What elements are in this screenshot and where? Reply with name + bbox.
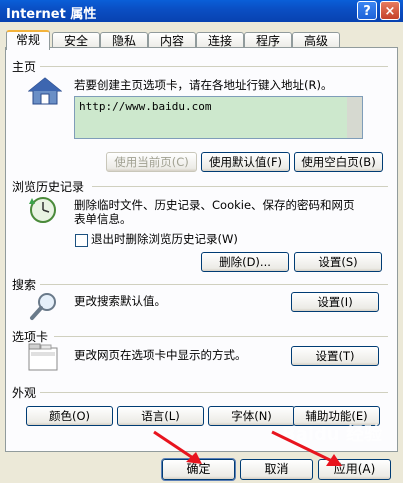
close-button[interactable]: × bbox=[380, 1, 400, 20]
use-default-button[interactable]: 使用默认值(F) bbox=[201, 152, 290, 172]
history-section-label: 浏览历史记录 bbox=[12, 180, 85, 194]
divider bbox=[40, 66, 388, 67]
tab-general[interactable]: 常规 bbox=[6, 30, 50, 50]
languages-button[interactable]: 语言(L) bbox=[117, 406, 204, 426]
window-title: Internet 属性 bbox=[6, 7, 97, 22]
home-section-label: 主页 bbox=[12, 60, 37, 74]
annotation-arrow-ok bbox=[153, 430, 202, 464]
divider bbox=[40, 284, 388, 285]
title-bar: Internet 属性 ? × bbox=[0, 0, 403, 22]
use-current-button[interactable]: 使用当前页(C) bbox=[106, 152, 197, 172]
help-button[interactable]: ? bbox=[357, 1, 377, 20]
tab-advanced[interactable]: 高级 bbox=[292, 32, 340, 48]
search-settings-button[interactable]: 设置(I) bbox=[291, 292, 379, 312]
search-icon bbox=[28, 290, 60, 322]
delete-history-button[interactable]: 删除(D)... bbox=[201, 252, 289, 272]
home-description: 若要创建主页选项卡，请在各地址行键入地址(R)。 bbox=[74, 78, 333, 92]
tabs-description: 更改网页在选项卡中显示的方式。 bbox=[74, 348, 247, 362]
divider bbox=[40, 392, 388, 393]
home-url-value: http://www.baidu.com bbox=[79, 100, 212, 113]
tabbed-window-icon bbox=[28, 342, 60, 372]
tabs-settings-button[interactable]: 设置(T) bbox=[291, 346, 379, 366]
tab-connections[interactable]: 连接 bbox=[196, 32, 244, 48]
annotation-arrow-apply bbox=[271, 430, 342, 466]
delete-on-exit-label: 退出时删除浏览历史记录(W) bbox=[91, 232, 238, 246]
colors-button[interactable]: 颜色(O) bbox=[26, 406, 113, 426]
url-scrollbar[interactable] bbox=[347, 97, 362, 138]
tab-privacy[interactable]: 隐私 bbox=[100, 32, 148, 48]
tab-programs[interactable]: 程序 bbox=[244, 32, 292, 48]
delete-on-exit-checkbox[interactable] bbox=[75, 234, 88, 247]
history-settings-button[interactable]: 设置(S) bbox=[294, 252, 382, 272]
general-tab-panel: 主页 若要创建主页选项卡，请在各地址行键入地址(R)。 http://www.b… bbox=[5, 47, 398, 452]
appearance-section-label: 外观 bbox=[12, 386, 37, 400]
tab-content[interactable]: 内容 bbox=[148, 32, 196, 48]
history-description-line1: 删除临时文件、历史记录、Cookie、保存的密码和网页 bbox=[74, 198, 355, 212]
home-url-field[interactable]: http://www.baidu.com bbox=[74, 96, 363, 139]
history-description-line2: 表单信息。 bbox=[74, 212, 132, 226]
divider bbox=[92, 186, 388, 187]
divider bbox=[54, 336, 388, 337]
use-blank-button[interactable]: 使用空白页(B) bbox=[294, 152, 383, 172]
home-icon bbox=[27, 76, 63, 106]
search-description: 更改搜索默认值。 bbox=[74, 294, 166, 308]
tab-security[interactable]: 安全 bbox=[52, 32, 100, 48]
history-clock-icon bbox=[26, 194, 62, 226]
